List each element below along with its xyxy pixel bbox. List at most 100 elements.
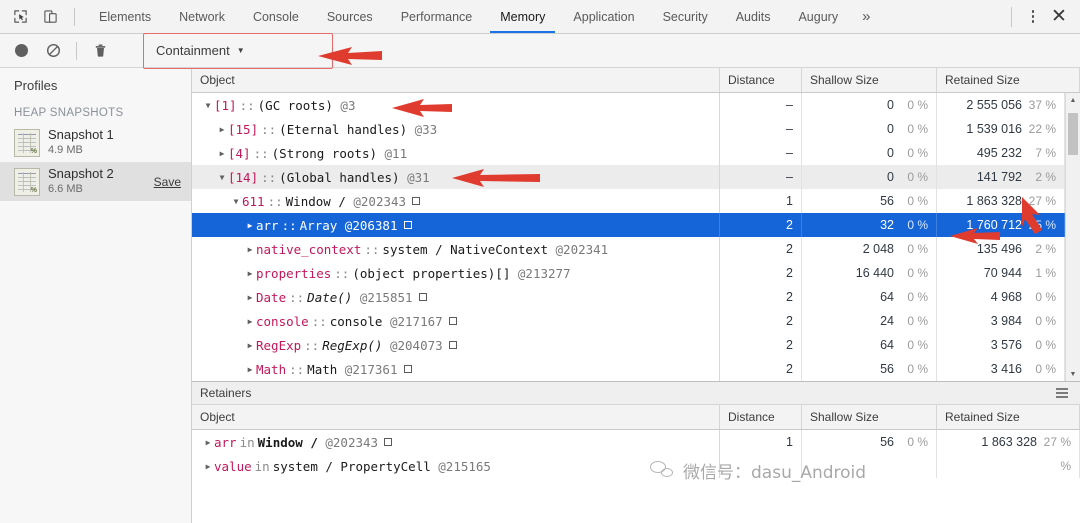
detached-node-icon — [448, 317, 457, 325]
expand-toggle-icon[interactable]: ▶ — [244, 221, 256, 230]
tab-network[interactable]: Network — [165, 0, 239, 33]
object-cell[interactable]: ▼ 611:: Window / @202343 — [192, 189, 720, 213]
object-separator: in — [239, 434, 255, 450]
shallow-size-percent: 0 % — [907, 218, 928, 232]
expand-toggle-icon[interactable]: ▶ — [216, 125, 228, 134]
column-header-retained-size[interactable]: Retained Size — [937, 405, 1080, 429]
object-cell[interactable]: ▶ Math:: Math @217361 — [192, 357, 720, 381]
device-toolbar-icon[interactable] — [40, 7, 60, 27]
column-header-distance[interactable]: Distance — [720, 68, 802, 92]
column-header-shallow-size[interactable]: Shallow Size — [802, 68, 937, 92]
object-name: Window / — [257, 434, 318, 450]
sidebar-item-snapshot-1[interactable]: % Snapshot 1 4.9 MB — [0, 123, 191, 162]
object-index: Math — [256, 361, 287, 377]
object-cell[interactable]: ▶ native_context:: system / NativeContext … — [192, 237, 720, 261]
retained-size-value-cell: 3 416 0 % — [937, 357, 1065, 381]
expand-toggle-icon[interactable]: ▶ — [244, 245, 256, 254]
expand-toggle-icon[interactable]: ▶ — [244, 269, 256, 278]
column-header-retained-size[interactable]: Retained Size — [937, 68, 1080, 92]
table-row[interactable]: ▶ value in system / PropertyCell @215165% — [192, 454, 1080, 478]
table-row[interactable]: ▶ arr:: Array @206381 2 32 0 % 1 760 712 25 % — [192, 213, 1065, 237]
object-cell[interactable]: ▶ properties:: (object properties)[] @2132… — [192, 261, 720, 285]
tab-sources[interactable]: Sources — [313, 0, 387, 33]
table-row[interactable]: ▶ native_context:: system / NativeContext … — [192, 237, 1065, 261]
table-row[interactable]: ▶ properties:: (object properties)[] @2132… — [192, 261, 1065, 285]
detached-node-icon — [384, 438, 393, 446]
tab-security[interactable]: Security — [649, 0, 722, 33]
retained-size-value: 4 968 — [990, 290, 1022, 304]
retained-size-percent: 0 % — [1035, 290, 1056, 304]
sidebar-item-snapshot-2[interactable]: % Snapshot 2 6.6 MB Save — [0, 162, 191, 202]
tab-performance[interactable]: Performance — [387, 0, 487, 33]
shallow-size-value-cell: 16 440 0 % — [802, 261, 937, 285]
more-tabs-icon[interactable]: » — [852, 0, 880, 33]
table-row[interactable]: ▶ arr in Window / @202343 1 56 0 % 1 863 328 27 … — [192, 430, 1080, 454]
distance-value: – — [786, 170, 793, 184]
object-cell[interactable]: ▼ [1]:: (GC roots) @3 — [192, 93, 720, 117]
scrollbar-thumb[interactable] — [1068, 113, 1078, 155]
ban-clear-icon[interactable] — [42, 40, 64, 62]
table-row[interactable]: ▶ Date:: Date() @215851 2 64 0 % 4 968 0 % — [192, 285, 1065, 309]
object-id: @204073 — [382, 337, 443, 353]
scrollbar-track[interactable] — [1066, 107, 1080, 367]
table-row[interactable]: ▼ [14]:: (Global handles) @31 – 0 0 % 141 792 2… — [192, 165, 1065, 189]
tab-augury[interactable]: Augury — [784, 0, 852, 33]
expand-toggle-icon[interactable]: ▶ — [202, 438, 214, 447]
tab-elements[interactable]: Elements — [85, 0, 165, 33]
retained-size-percent: 0 % — [1035, 314, 1056, 328]
object-cell[interactable]: ▶ RegExp:: RegExp() @204073 — [192, 333, 720, 357]
save-snapshot-link[interactable]: Save — [148, 175, 181, 189]
close-icon[interactable]: ✕ — [1046, 4, 1072, 30]
expand-toggle-icon[interactable]: ▶ — [244, 293, 256, 302]
expand-toggle-icon[interactable]: ▶ — [216, 149, 228, 158]
expand-toggle-icon[interactable]: ▼ — [216, 173, 228, 182]
retained-size-percent: 2 % — [1035, 170, 1056, 184]
table-row[interactable]: ▶ RegExp:: RegExp() @204073 2 64 0 % 3 576 0 % — [192, 333, 1065, 357]
table-row[interactable]: ▶ Math:: Math @217361 2 56 0 % 3 416 0 % — [192, 357, 1065, 381]
object-cell[interactable]: ▼ [14]:: (Global handles) @31 — [192, 165, 720, 189]
distance-cell: 2 — [720, 261, 802, 285]
column-header-distance[interactable]: Distance — [720, 405, 802, 429]
object-cell[interactable]: ▶ value in system / PropertyCell @215165 — [192, 454, 720, 478]
tab-memory[interactable]: Memory — [486, 0, 559, 33]
tab-audits[interactable]: Audits — [722, 0, 785, 33]
table-row[interactable]: ▶ [4]:: (Strong roots) @11 – 0 0 % 495 232 7 % — [192, 141, 1065, 165]
scroll-up-icon[interactable]: ▲ — [1066, 93, 1080, 107]
containment-scrollbar[interactable]: ▲ ▼ — [1065, 93, 1080, 381]
expand-toggle-icon[interactable]: ▶ — [244, 341, 256, 350]
expand-toggle-icon[interactable]: ▶ — [244, 365, 256, 374]
tab-application[interactable]: Application — [559, 0, 648, 33]
record-icon[interactable] — [10, 40, 32, 62]
retained-size-value-cell: 3 984 0 % — [937, 309, 1065, 333]
expand-toggle-icon[interactable]: ▼ — [230, 197, 242, 206]
object-index: properties — [256, 265, 332, 281]
scroll-down-icon[interactable]: ▼ — [1066, 367, 1080, 381]
object-cell[interactable]: ▶ Date:: Date() @215851 — [192, 285, 720, 309]
retained-size-value: 3 984 — [990, 314, 1022, 328]
object-cell[interactable]: ▶ arr:: Array @206381 — [192, 213, 720, 237]
table-row[interactable]: ▶ console:: console @217167 2 24 0 % 3 984 0 % — [192, 309, 1065, 333]
retained-size-value: 3 576 — [990, 338, 1022, 352]
table-row[interactable]: ▼ [1]:: (GC roots) @3 – 0 0 % 2 555 056 37 % — [192, 93, 1065, 117]
object-cell[interactable]: ▶ [15]:: (Eternal handles) @33 — [192, 117, 720, 141]
shallow-size-percent: 0 % — [907, 435, 928, 449]
object-cell[interactable]: ▶ arr in Window / @202343 — [192, 430, 720, 454]
more-options-icon[interactable] — [1022, 6, 1044, 28]
sidebar-section-heap-snapshots: HEAP SNAPSHOTS — [14, 107, 124, 119]
object-cell[interactable]: ▶ console:: console @217167 — [192, 309, 720, 333]
inspect-element-icon[interactable] — [10, 7, 30, 27]
table-row[interactable]: ▼ 611:: Window / @202343 1 56 0 % 1 863 328 27 … — [192, 189, 1065, 213]
expand-toggle-icon[interactable]: ▶ — [244, 317, 256, 326]
expand-toggle-icon[interactable]: ▶ — [202, 462, 214, 471]
trash-icon[interactable] — [89, 40, 111, 62]
column-header-shallow-size[interactable]: Shallow Size — [802, 405, 937, 429]
column-header-object[interactable]: Object — [192, 68, 720, 92]
tab-console[interactable]: Console — [239, 0, 313, 33]
object-cell[interactable]: ▶ [4]:: (Strong roots) @11 — [192, 141, 720, 165]
expand-toggle-icon[interactable]: ▼ — [202, 101, 214, 110]
object-separator: :: — [253, 145, 269, 161]
column-header-object[interactable]: Object — [192, 405, 720, 429]
retainers-menu-icon[interactable] — [1056, 388, 1072, 398]
view-select[interactable]: Containment ▼ — [156, 43, 245, 58]
table-row[interactable]: ▶ [15]:: (Eternal handles) @33 – 0 0 % 1 539 0… — [192, 117, 1065, 141]
